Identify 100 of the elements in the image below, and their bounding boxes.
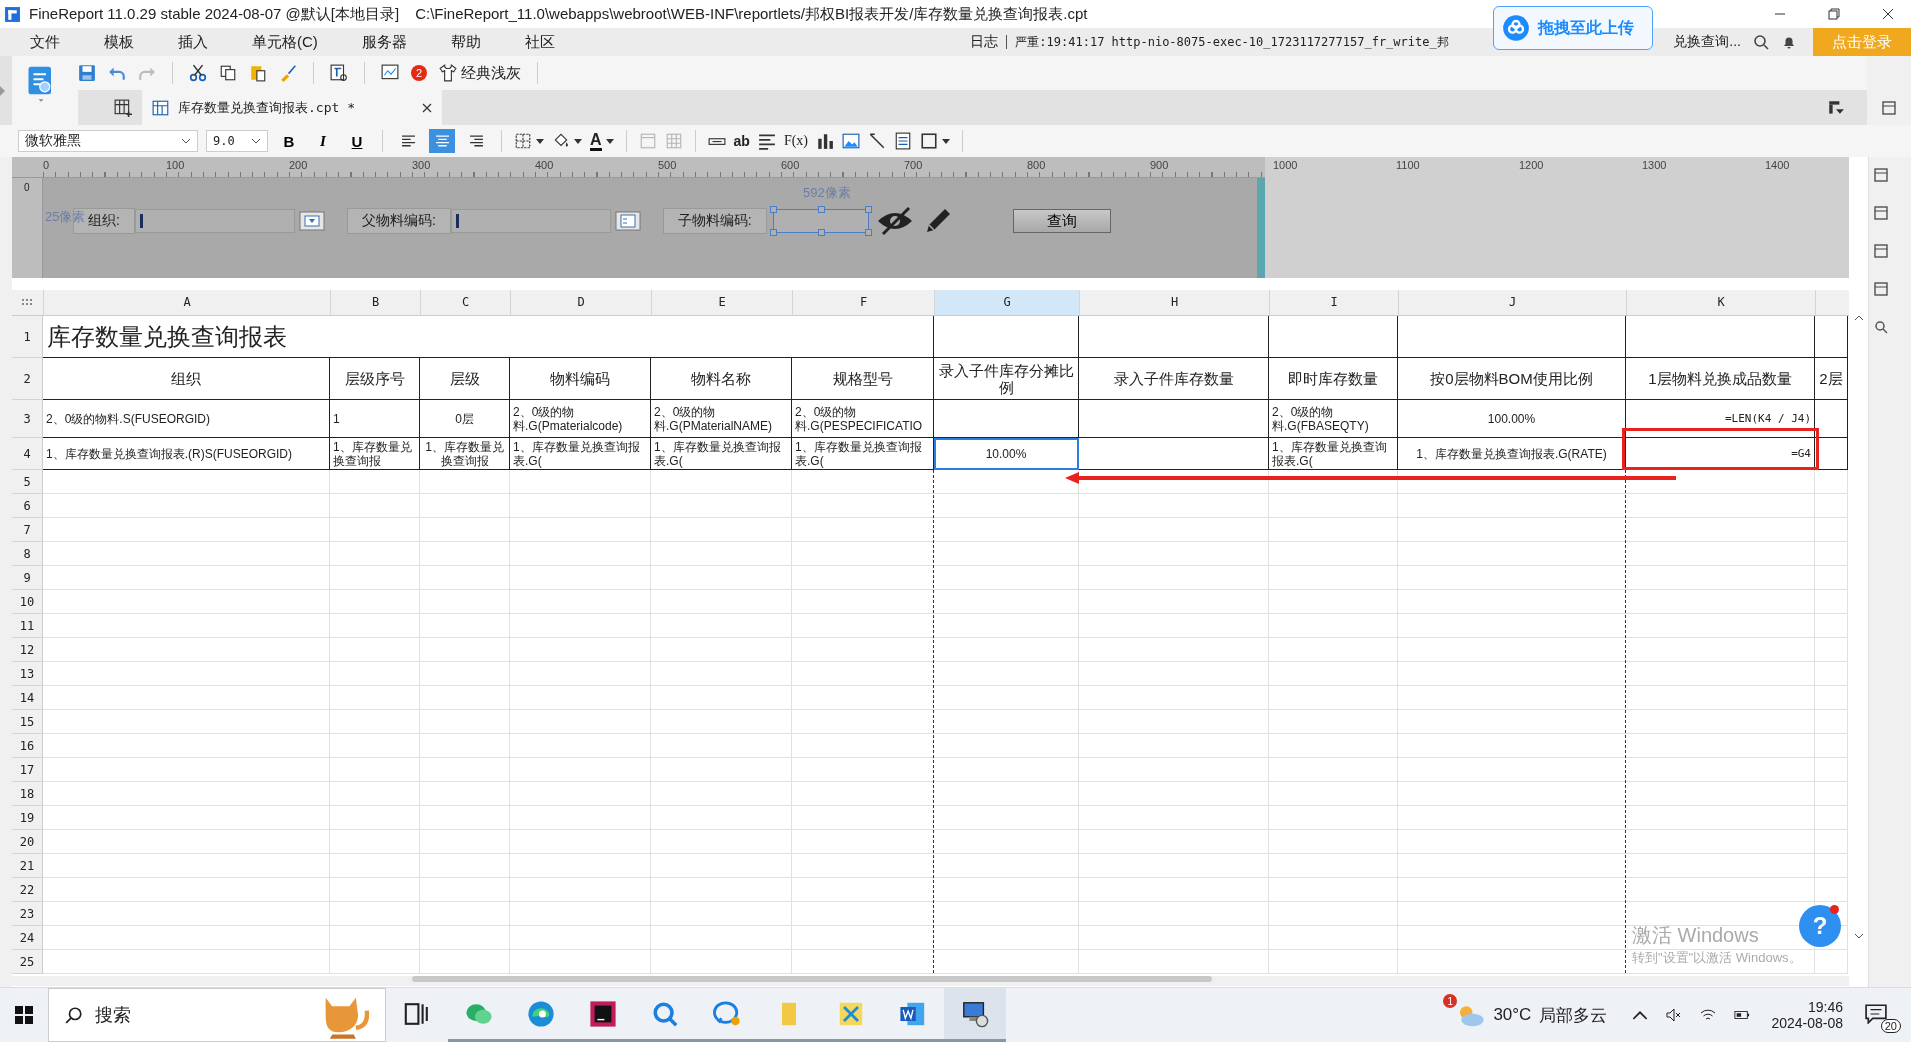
row-number[interactable]: 4 xyxy=(12,438,43,470)
ruler-label: 600 xyxy=(781,159,800,171)
row-number[interactable]: 7 xyxy=(12,518,43,542)
column-heading: 物料编码 xyxy=(510,358,651,400)
row-number[interactable]: 14 xyxy=(12,686,43,710)
menu-item[interactable]: 社区 xyxy=(524,32,555,52)
column-heading: 录入子件库存数量 xyxy=(1079,358,1269,400)
temperature: 30°C xyxy=(1493,1005,1532,1025)
row-number[interactable]: 20 xyxy=(12,830,43,854)
table-cell: 1 xyxy=(330,400,420,438)
weather-badge: 1 xyxy=(1443,994,1458,1008)
column-header[interactable]: H xyxy=(1079,290,1269,315)
activation-title: 激活 Windows xyxy=(1632,923,1759,948)
column-header[interactable]: E xyxy=(651,290,792,315)
row-number[interactable]: 12 xyxy=(12,638,43,662)
row-number[interactable]: 24 xyxy=(12,926,43,950)
row-number[interactable]: 5 xyxy=(12,470,43,494)
column-heading: 录入子件库存分摊比例 xyxy=(934,358,1079,400)
table-cell: 0层 xyxy=(420,400,510,438)
ruler-label: 700 xyxy=(904,159,923,171)
row-number[interactable]: 6 xyxy=(12,494,43,518)
column-heading: 1层物料兑换成品数量 xyxy=(1626,358,1815,400)
text-tool-button[interactable]: ab xyxy=(733,133,750,149)
menu-item[interactable]: 服务器 xyxy=(361,32,407,52)
taskbar-search[interactable]: 搜索 xyxy=(48,988,386,1042)
row-number[interactable]: 23 xyxy=(12,902,43,926)
notification-badge[interactable]: 2 xyxy=(411,65,427,81)
column-header[interactable]: K xyxy=(1626,290,1815,315)
column-header[interactable]: G xyxy=(934,290,1079,315)
ruler-label: 1200 xyxy=(1519,159,1544,171)
ruler-label: 800 xyxy=(1027,159,1046,171)
row-number[interactable]: 9 xyxy=(12,566,43,590)
ruler-label: 900 xyxy=(1150,159,1169,171)
menu-item[interactable]: 插入 xyxy=(178,32,208,52)
field-label: 子物料编码: xyxy=(662,208,767,234)
clock-date[interactable]: 2024-08-08 xyxy=(1771,1015,1843,1031)
row-number[interactable]: 18 xyxy=(12,782,43,806)
row-number[interactable]: 3 xyxy=(12,400,43,438)
font-color-button[interactable]: A xyxy=(590,131,602,151)
query-button[interactable]: 查询 xyxy=(1012,209,1111,233)
menu-item[interactable]: 帮助 xyxy=(450,32,481,52)
column-header[interactable]: B xyxy=(330,290,420,315)
row-number[interactable]: 21 xyxy=(12,854,43,878)
ruler-label: 1400 xyxy=(1765,159,1790,171)
menu-item[interactable]: 单元格(C) xyxy=(252,32,318,52)
table-cell: 2、0级的物料.G(Pmaterialcode) xyxy=(510,400,651,438)
column-heading: 层级 xyxy=(420,358,510,400)
table-cell: 2、0级的物料.G(FBASEQTY) xyxy=(1269,400,1398,438)
table-cell: 2、0级的物料.G(PMaterialNAME) xyxy=(651,400,792,438)
column-heading: 层级序号 xyxy=(330,358,420,400)
log-label[interactable]: 日志 xyxy=(970,33,999,51)
row-number[interactable]: 17 xyxy=(12,758,43,782)
upload-label: 拖拽至此上传 xyxy=(1538,17,1634,38)
formula-button[interactable]: F(x) xyxy=(783,133,809,149)
search-placeholder: 搜索 xyxy=(95,1004,131,1027)
ruler-label: 100 xyxy=(166,159,185,171)
ruler-label: 1300 xyxy=(1642,159,1667,171)
log-message: 严重:19:41:17 http-nio-8075-exec-10_1723117277157_fr_write_邦 xyxy=(1015,33,1450,51)
theme-label[interactable]: 经典浅灰 xyxy=(461,63,521,83)
field-label: 父物料编码: xyxy=(346,208,451,234)
dimension-hint: 25像素 xyxy=(45,208,86,226)
table-cell: 2、0级的物料.S(FUSEORGID) xyxy=(43,400,330,438)
tab-label: 库存数量兑换查询报表.cpt * xyxy=(178,98,355,117)
file-tab[interactable]: 库存数量兑换查询报表.cpt * xyxy=(142,90,442,125)
row-number[interactable]: 2 xyxy=(12,358,43,400)
column-header[interactable]: A xyxy=(43,290,330,315)
row-number[interactable]: 13 xyxy=(12,662,43,686)
ruler-label: 400 xyxy=(535,159,554,171)
column-header[interactable]: J xyxy=(1398,290,1626,315)
menu-item[interactable]: 文件 xyxy=(30,32,60,52)
font-select[interactable]: 微软雅黑 xyxy=(18,130,198,152)
dimension-hint: 592像素 xyxy=(803,184,851,202)
table-cell[interactable]: 10.00% xyxy=(934,438,1079,470)
row-number[interactable]: 15 xyxy=(12,710,43,734)
activation-hint: 转到"设置"以激活 Windows。 xyxy=(1632,949,1802,967)
ruler-label: 500 xyxy=(658,159,677,171)
row-number[interactable]: 10 xyxy=(12,590,43,614)
ruler-label: 1100 xyxy=(1396,159,1420,171)
table-cell: 100.00% xyxy=(1398,400,1626,438)
row-number[interactable]: 22 xyxy=(12,878,43,902)
row-number[interactable]: 8 xyxy=(12,542,43,566)
row-number[interactable]: 11 xyxy=(12,614,43,638)
column-header[interactable]: I xyxy=(1269,290,1398,315)
row-number[interactable]: 25 xyxy=(12,950,43,974)
ruler-label: 1000 xyxy=(1273,159,1298,171)
column-heading: 物料名称 xyxy=(651,358,792,400)
bold-button[interactable]: B xyxy=(276,129,302,153)
column-header[interactable]: C xyxy=(420,290,510,315)
menu-item[interactable]: 模板 xyxy=(104,32,134,52)
clock-time[interactable]: 19:46 xyxy=(1807,999,1843,1015)
column-heading: 2层 xyxy=(1815,358,1848,400)
row-number[interactable]: 16 xyxy=(12,734,43,758)
italic-button[interactable]: I xyxy=(310,129,336,153)
table-cell: 2、0级的物料.G(PESPECIFICATIO xyxy=(792,400,934,438)
column-header[interactable]: D xyxy=(510,290,651,315)
underline-button[interactable]: U xyxy=(344,129,370,153)
notification-count: 20 xyxy=(1880,1018,1901,1033)
row-number[interactable]: 1 xyxy=(12,316,43,358)
size-select[interactable]: 9.0 xyxy=(206,130,268,152)
row-number[interactable]: 19 xyxy=(12,806,43,830)
